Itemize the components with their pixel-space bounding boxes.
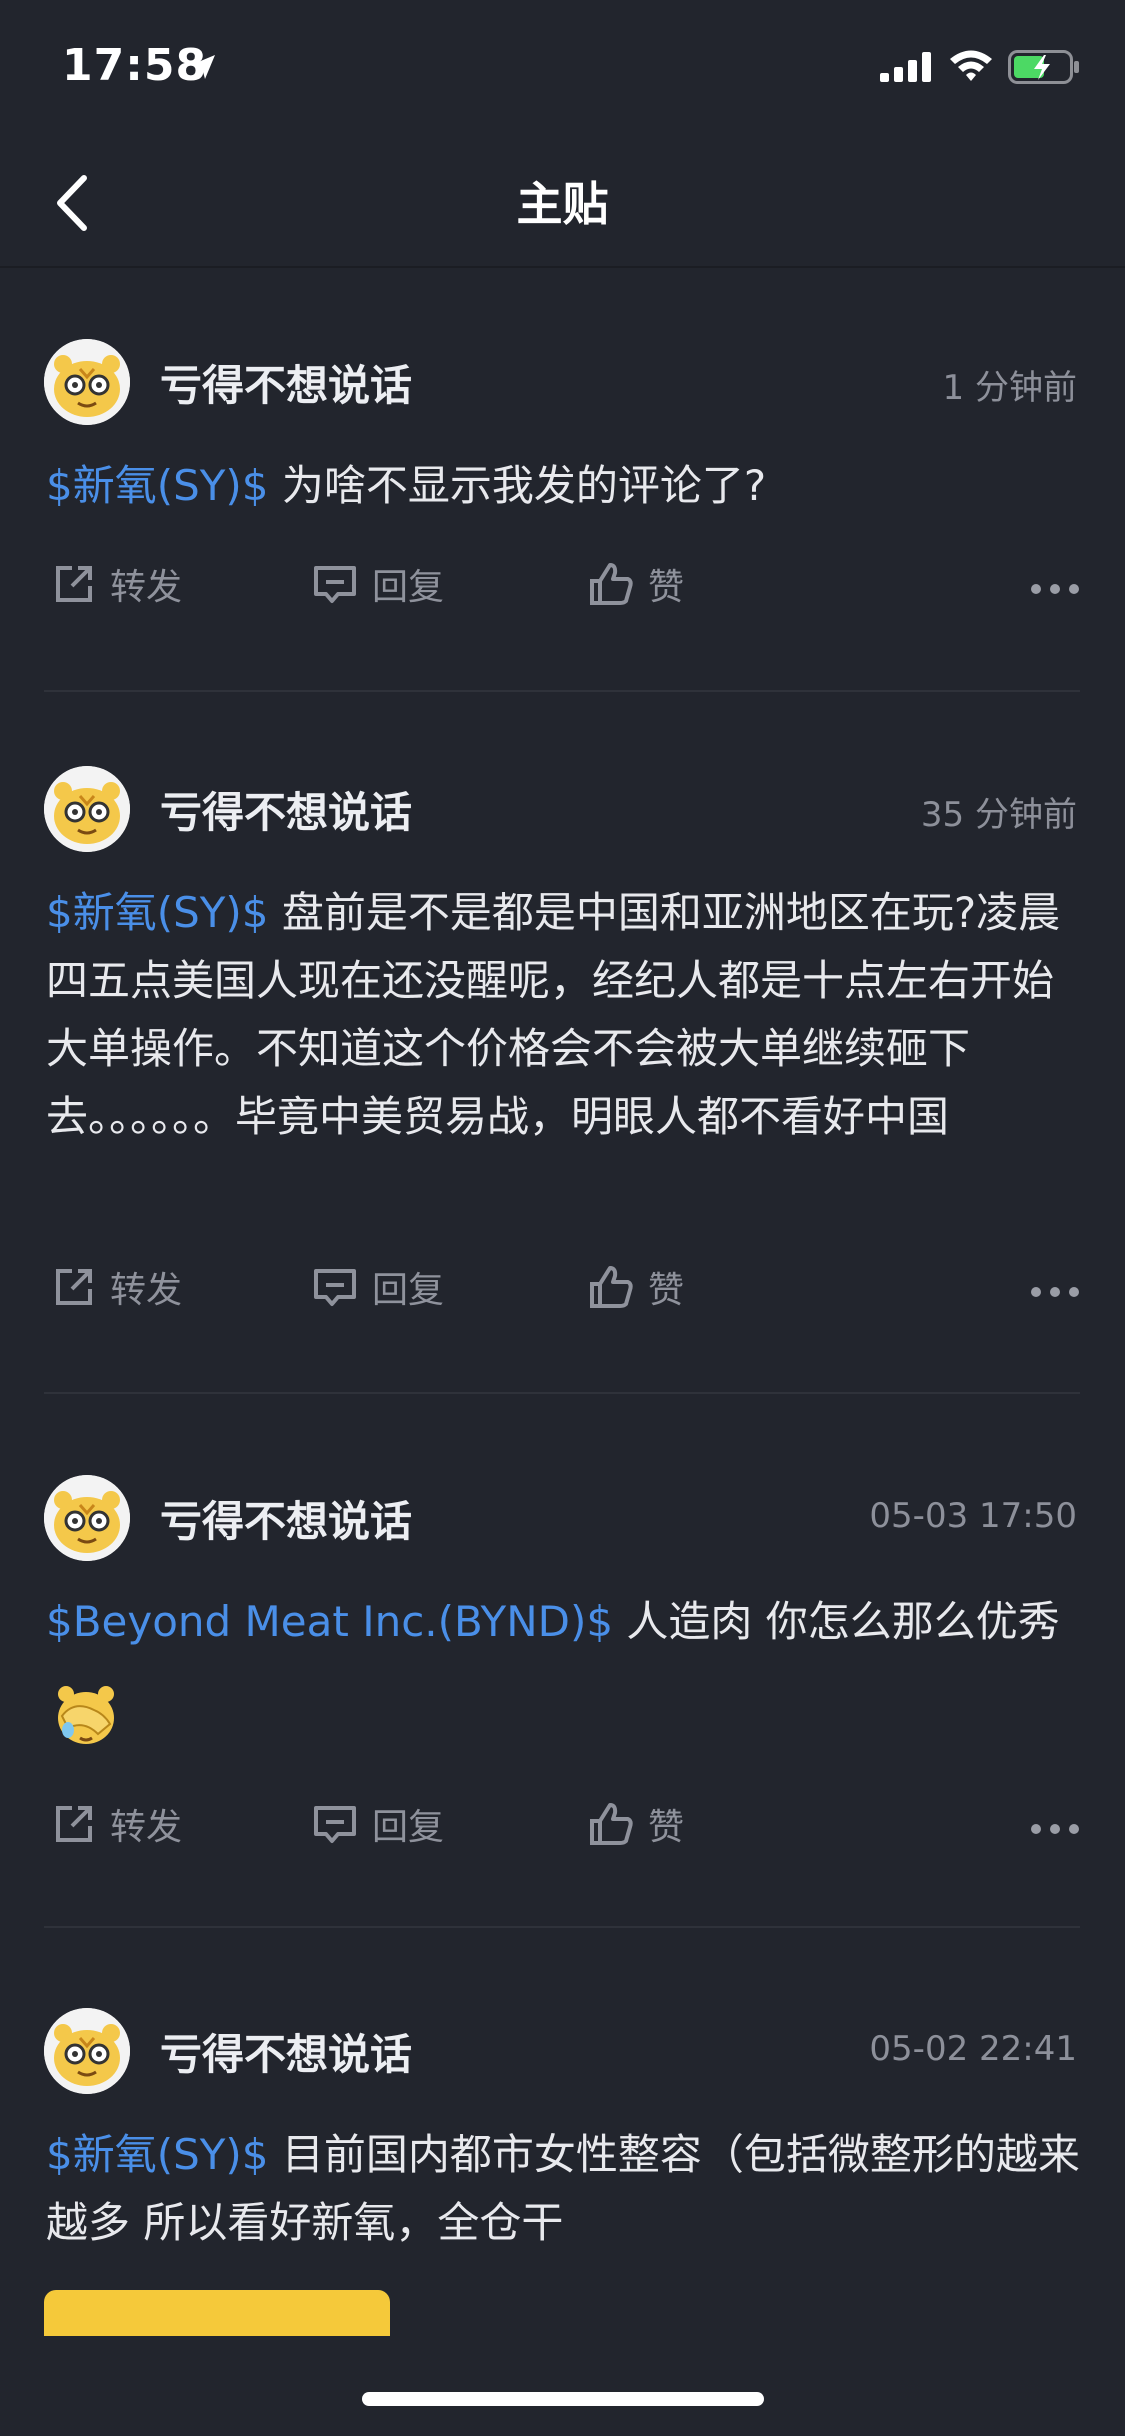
username[interactable]: 亏得不想说话 [160, 352, 412, 413]
share-icon [56, 566, 92, 602]
avatar[interactable] [44, 339, 130, 425]
avatar[interactable] [44, 766, 130, 852]
avatar[interactable] [44, 2008, 130, 2094]
share-button[interactable]: 转发 [52, 558, 182, 610]
share-label: 转发 [110, 1807, 183, 1848]
post-content: $Beyond Meat Inc.(BYND)$ 人造肉 你怎么那么优秀 [46, 1574, 1086, 1766]
post-body: 为啥不显示我发的评论了? [268, 461, 767, 510]
share-label: 转发 [110, 1270, 183, 1311]
stock-tag-link[interactable]: $新氧(SY)$ [46, 461, 269, 510]
thumbs-up-icon [590, 563, 633, 605]
post-time: 1 分钟前 [942, 368, 1077, 408]
more-button[interactable] [1031, 1824, 1079, 1834]
like-button[interactable]: 赞 [588, 1798, 684, 1850]
comment-icon [314, 566, 356, 603]
username[interactable]: 亏得不想说话 [160, 779, 412, 840]
share-button[interactable]: 转发 [52, 1798, 182, 1850]
share-icon [56, 1269, 92, 1305]
home-indicator [362, 2392, 764, 2406]
wifi-icon [948, 48, 994, 86]
avatar[interactable] [44, 1475, 130, 1561]
more-button[interactable] [1031, 584, 1079, 594]
battery-charging-icon [1008, 50, 1080, 88]
comment-icon [314, 1269, 356, 1306]
status-bar: 17:58 [0, 0, 1125, 140]
like-button[interactable]: 赞 [588, 1261, 684, 1313]
post-content: $新氧(SY)$ 为啥不显示我发的评论了? [46, 452, 1086, 520]
divider [44, 1926, 1080, 1928]
share-label: 转发 [110, 567, 183, 608]
image-card[interactable] [44, 2290, 390, 2336]
post-time: 35 分钟前 [920, 795, 1077, 835]
divider [44, 690, 1080, 692]
post-time: 05-02 22:41 [869, 2029, 1077, 2069]
like-button[interactable]: 赞 [588, 558, 684, 610]
like-label: 赞 [648, 1807, 685, 1848]
thumbs-up-icon [590, 1266, 633, 1308]
like-label: 赞 [648, 567, 685, 608]
reply-button[interactable]: 回复 [312, 1798, 444, 1850]
post-content: $新氧(SY)$ 盘前是不是都是中国和亚洲地区在玩?凌晨四五点美国人现在还没醒呢… [46, 879, 1086, 1151]
reply-button[interactable]: 回复 [312, 558, 444, 610]
post-body: 人造肉 你怎么那么优秀 [613, 1597, 1060, 1646]
cellular-signal-icon [880, 52, 934, 86]
nav-bar: 主贴 [0, 140, 1125, 268]
location-arrow-icon [188, 52, 218, 86]
reply-label: 回复 [372, 567, 445, 608]
post-time: 05-03 17:50 [869, 1496, 1077, 1536]
post-actions: 转发 回复 赞 [0, 1261, 1125, 1321]
comment-icon [314, 1806, 356, 1843]
post-actions: 转发 回复 赞 [0, 1798, 1125, 1858]
like-label: 赞 [648, 1270, 685, 1311]
reply-label: 回复 [372, 1270, 445, 1311]
reply-label: 回复 [372, 1807, 445, 1848]
more-button[interactable] [1031, 1287, 1079, 1297]
divider [44, 1392, 1080, 1394]
username[interactable]: 亏得不想说话 [160, 2021, 412, 2082]
status-time: 17:58 [62, 40, 208, 91]
stock-tag-link[interactable]: $Beyond Meat Inc.(BYND)$ [46, 1597, 613, 1646]
screen: 17:58 主贴 亏得不想说话 1 分钟前 $新氧(SY)$ 为啥不显示我发的评… [0, 0, 1125, 2436]
post-actions: 转发 回复 赞 [0, 558, 1125, 618]
reply-button[interactable]: 回复 [312, 1261, 444, 1313]
share-icon [56, 1806, 92, 1842]
stock-tag-link[interactable]: $新氧(SY)$ [46, 2130, 269, 2179]
share-button[interactable]: 转发 [52, 1261, 182, 1313]
thumbs-up-icon [590, 1803, 633, 1845]
username[interactable]: 亏得不想说话 [160, 1488, 412, 1549]
page-title: 主贴 [516, 177, 609, 231]
facepalm-tiger-emoji-icon [54, 1680, 118, 1746]
post-content: $新氧(SY)$ 目前国内都市女性整容（包括微整形的越来越多 所以看好新氧，全仓… [46, 2121, 1086, 2257]
stock-tag-link[interactable]: $新氧(SY)$ [46, 888, 269, 937]
